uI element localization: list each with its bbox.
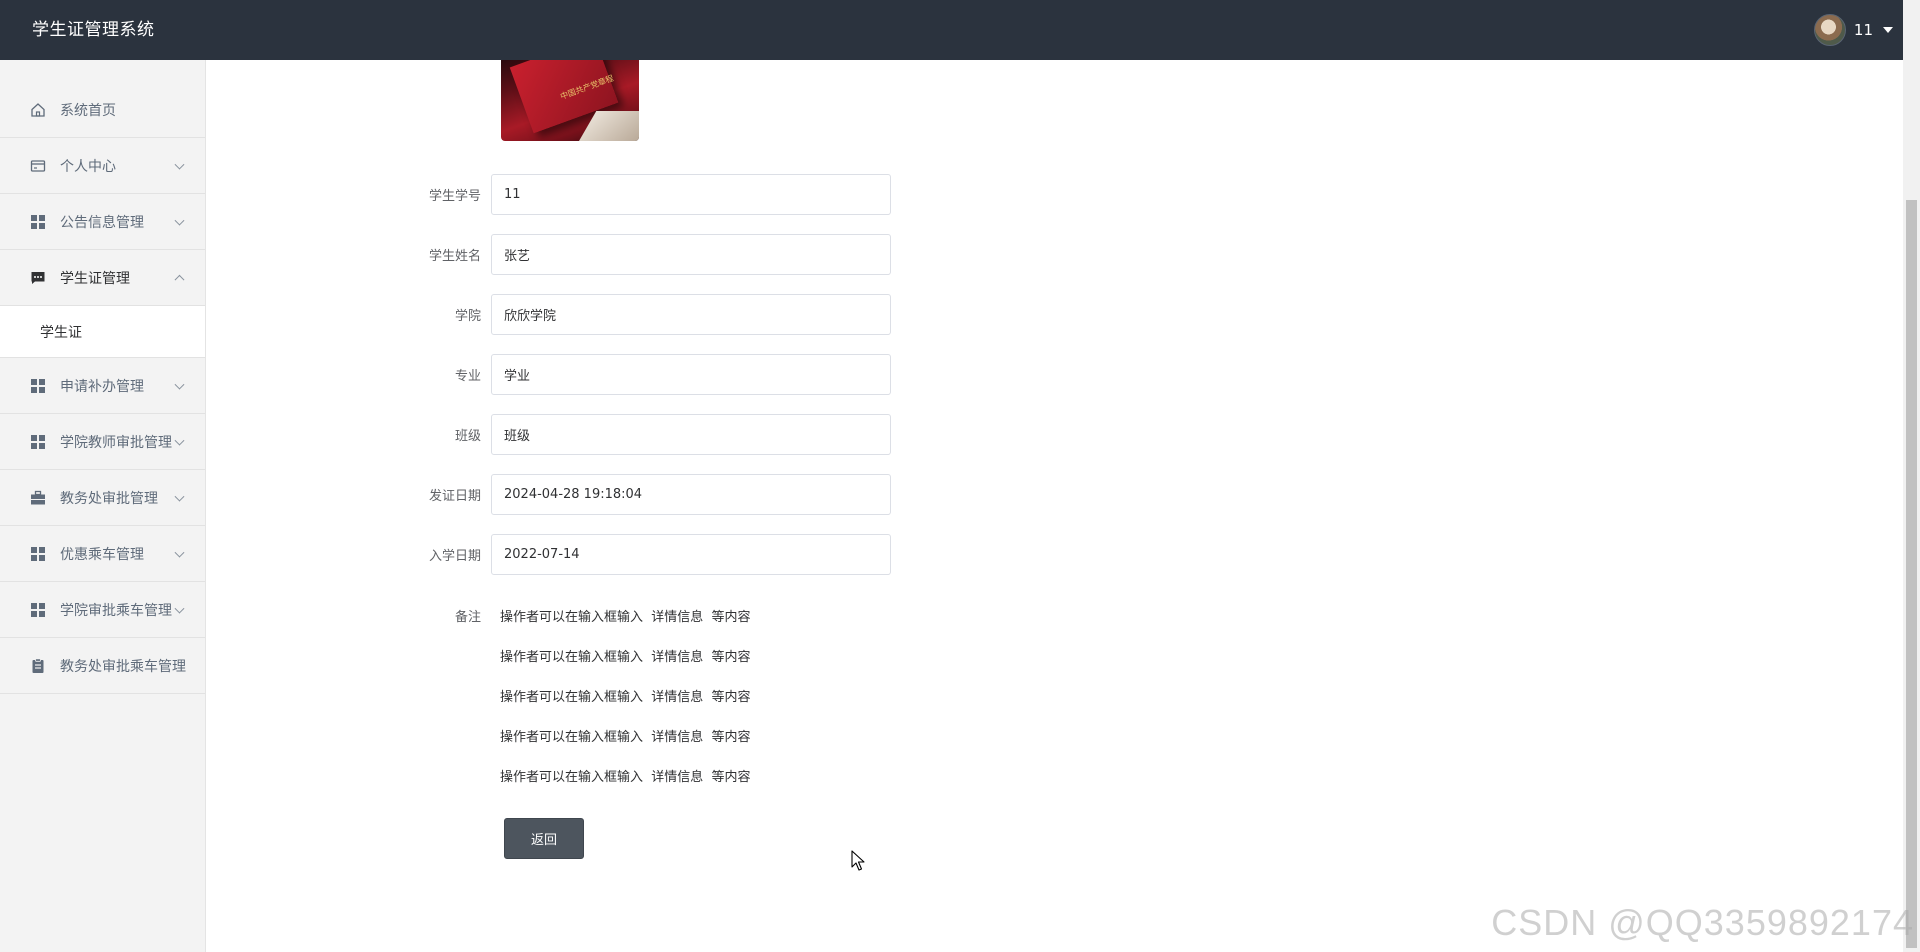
sidebar-item-notice-management[interactable]: 公告信息管理 xyxy=(0,194,205,250)
student-id-field[interactable] xyxy=(491,174,891,215)
form-row-major: 专业 xyxy=(407,354,891,395)
sidebar-item-student-card-management[interactable]: 学生证管理 xyxy=(0,250,205,306)
top-header: 学生证管理系统 11 xyxy=(0,0,1903,60)
book-page xyxy=(579,111,639,141)
sidebar-item-label: 申请补办管理 xyxy=(60,378,144,395)
sidebar-item-home[interactable]: 系统首页 xyxy=(0,82,205,138)
form-row-enrollment-date: 入学日期 xyxy=(407,534,891,575)
chevron-down-icon xyxy=(174,491,185,502)
sidebar-item-academic-affairs-approval[interactable]: 教务处审批管理 xyxy=(0,470,205,526)
field-label: 学生姓名 xyxy=(428,249,481,264)
scrollbar-thumb[interactable] xyxy=(1906,200,1917,948)
page-scrollbar[interactable] xyxy=(1903,0,1920,952)
sidebar-item-label: 教务处审批乘车管理 xyxy=(60,658,186,675)
grid-icon xyxy=(30,434,46,450)
sidebar-item-label: 学院审批乘车管理 xyxy=(60,602,172,619)
student-name-field[interactable] xyxy=(491,234,891,275)
app-title: 学生证管理系统 xyxy=(32,20,155,40)
sidebar-item-label: 学院教师审批管理 xyxy=(60,434,172,451)
user-name[interactable]: 11 xyxy=(1854,21,1873,39)
field-label: 入学日期 xyxy=(428,549,481,564)
briefcase-icon xyxy=(30,490,46,506)
sidebar-item-label: 公告信息管理 xyxy=(60,214,144,231)
field-label: 发证日期 xyxy=(428,489,481,504)
form-row-college: 学院 xyxy=(407,294,891,335)
mouse-cursor-icon xyxy=(851,850,865,871)
remark-line: 操作者可以在输入框输入 详情信息 等内容 xyxy=(500,770,751,785)
sidebar-item-personal-center[interactable]: 个人中心 xyxy=(0,138,205,194)
sidebar-item-discount-ride[interactable]: 优惠乘车管理 xyxy=(0,526,205,582)
sidebar-item-label: 个人中心 xyxy=(60,158,116,175)
class-field[interactable] xyxy=(491,414,891,455)
sidebar-subitem-student-card[interactable]: 学生证 xyxy=(0,306,205,358)
back-button[interactable]: 返回 xyxy=(504,818,584,859)
caret-down-icon[interactable] xyxy=(1883,27,1893,33)
home-icon xyxy=(30,102,46,118)
user-menu[interactable]: 11 xyxy=(1813,0,1893,60)
field-label: 学生学号 xyxy=(428,189,481,204)
student-photo: 中国共产党章程 xyxy=(501,60,639,141)
chevron-down-icon xyxy=(174,379,185,390)
grid-icon xyxy=(30,546,46,562)
sidebar: 系统首页 个人中心 公告信息管理 学生证管理 学生证 申请补办管理 学院教师审批… xyxy=(0,60,206,952)
chevron-down-icon xyxy=(174,547,185,558)
sidebar-item-label: 教务处审批管理 xyxy=(60,490,158,507)
main-content: 中国共产党章程 学生学号 学生姓名 学院 专业 班级 发证日期 入学日期 备注 … xyxy=(207,60,1903,952)
chevron-down-icon xyxy=(174,435,185,446)
sidebar-item-label: 学生证管理 xyxy=(60,270,130,287)
form-row-issue-date: 发证日期 xyxy=(407,474,891,515)
chevron-up-icon xyxy=(174,274,185,285)
remark-line: 操作者可以在输入框输入 详情信息 等内容 xyxy=(500,730,751,745)
issue-date-field[interactable] xyxy=(491,474,891,515)
form-row-student-name: 学生姓名 xyxy=(407,234,891,275)
chevron-down-icon xyxy=(174,159,185,170)
remark-label: 备注 xyxy=(454,610,481,625)
chevron-down-icon xyxy=(174,215,185,226)
clipboard-icon xyxy=(30,657,46,674)
field-label: 学院 xyxy=(454,309,481,324)
user-avatar[interactable] xyxy=(1813,14,1846,46)
chevron-down-icon xyxy=(174,603,185,614)
sidebar-item-reissue-management[interactable]: 申请补办管理 xyxy=(0,358,205,414)
enrollment-date-field[interactable] xyxy=(491,534,891,575)
major-field[interactable] xyxy=(491,354,891,395)
sidebar-item-college-ride-approval[interactable]: 学院审批乘车管理 xyxy=(0,582,205,638)
grid-icon xyxy=(30,378,46,394)
field-label: 班级 xyxy=(454,429,481,444)
sidebar-item-label: 系统首页 xyxy=(60,102,116,119)
sidebar-item-affairs-ride-approval[interactable]: 教务处审批乘车管理 xyxy=(0,638,205,694)
remark-line: 操作者可以在输入框输入 详情信息 等内容 xyxy=(500,690,751,705)
card-icon xyxy=(30,158,46,174)
grid-icon xyxy=(30,214,46,230)
remark-line: 操作者可以在输入框输入 详情信息 等内容 xyxy=(500,650,751,665)
grid-icon xyxy=(30,602,46,618)
remark-line: 操作者可以在输入框输入 详情信息 等内容 xyxy=(500,610,751,625)
chat-icon xyxy=(30,270,46,286)
watermark: CSDN @QQ3359892174 xyxy=(1491,902,1914,943)
sidebar-item-teacher-approval[interactable]: 学院教师审批管理 xyxy=(0,414,205,470)
field-label: 专业 xyxy=(454,369,481,384)
form-row-student-id: 学生学号 xyxy=(407,174,891,215)
sidebar-item-label: 优惠乘车管理 xyxy=(60,546,144,563)
form-row-class: 班级 xyxy=(407,414,891,455)
college-field[interactable] xyxy=(491,294,891,335)
